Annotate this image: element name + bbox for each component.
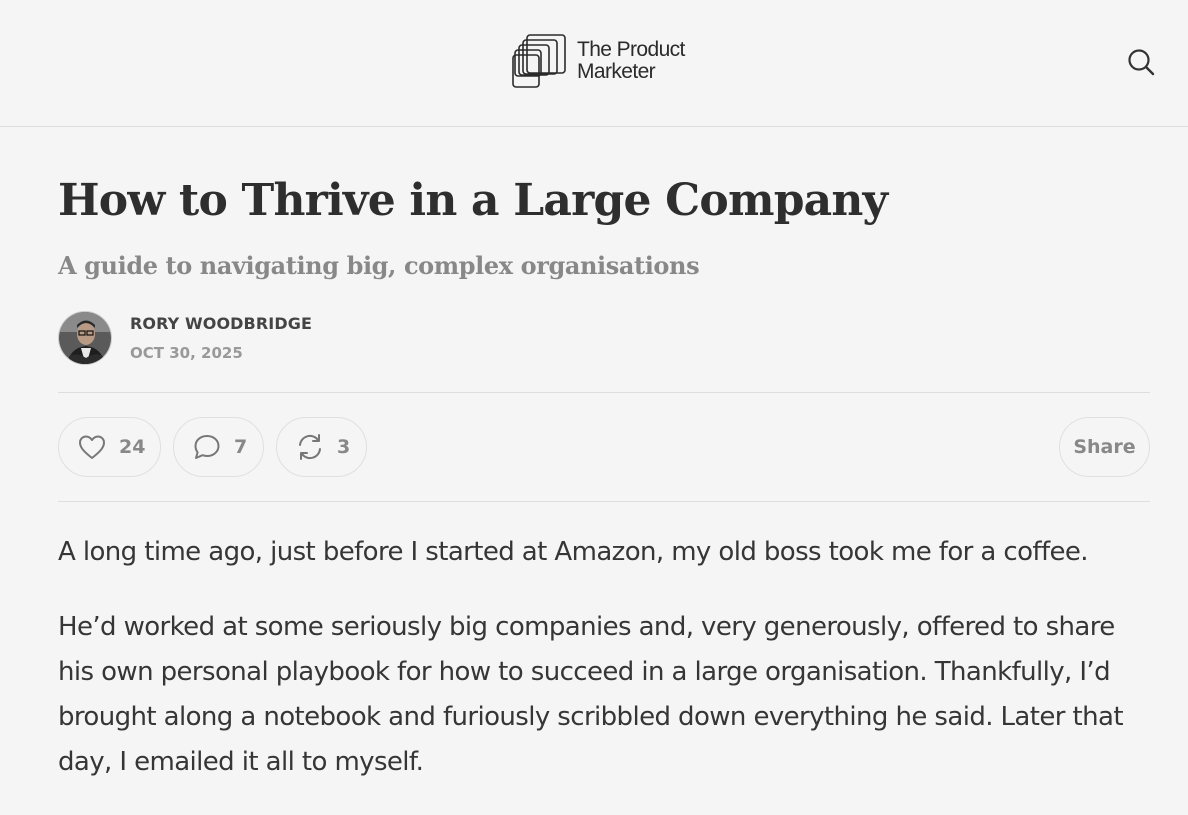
avatar[interactable] — [58, 311, 112, 365]
author-name[interactable]: RORY WOODBRIDGE — [130, 314, 312, 333]
restack-button[interactable]: 3 — [276, 417, 367, 477]
paragraph: He’d worked at some seriously big compan… — [58, 612, 1124, 777]
share-button[interactable]: Share — [1059, 417, 1150, 477]
publication-name-line2: Marketer — [577, 60, 656, 83]
comment-count: 7 — [234, 436, 248, 458]
page-title: How to Thrive in a Large Company — [58, 175, 888, 226]
stacked-squares-logo-icon — [512, 34, 566, 88]
comment-button[interactable]: 7 — [173, 417, 264, 477]
search-icon — [1128, 49, 1155, 76]
page-subtitle: A guide to navigating big, complex organ… — [58, 251, 700, 280]
byline: RORY WOODBRIDGE OCT 30, 2025 — [58, 311, 312, 365]
divider-bottom — [58, 501, 1150, 502]
heart-icon — [79, 435, 105, 459]
publication-logo[interactable]: The Product Marketer — [512, 33, 685, 89]
post-actions-bar: 24 7 3 Share — [58, 417, 1150, 477]
divider-top — [58, 392, 1150, 393]
author-photo — [59, 312, 111, 364]
restack-icon — [299, 434, 321, 460]
publication-name: The Product Marketer — [577, 39, 685, 83]
paragraph: A long time ago, just before I started a… — [58, 537, 1089, 567]
like-count: 24 — [119, 436, 146, 458]
like-button[interactable]: 24 — [58, 417, 161, 477]
top-bar: The Product Marketer — [0, 0, 1188, 127]
restack-count: 3 — [337, 436, 351, 458]
publish-date: OCT 30, 2025 — [130, 343, 243, 362]
byline-text: RORY WOODBRIDGE OCT 30, 2025 — [130, 314, 312, 362]
article-body: A long time ago, just before I started a… — [58, 530, 1150, 815]
publication-name-line1: The Product — [577, 38, 685, 61]
search-button[interactable] — [1125, 46, 1157, 78]
comment-icon — [194, 435, 220, 459]
